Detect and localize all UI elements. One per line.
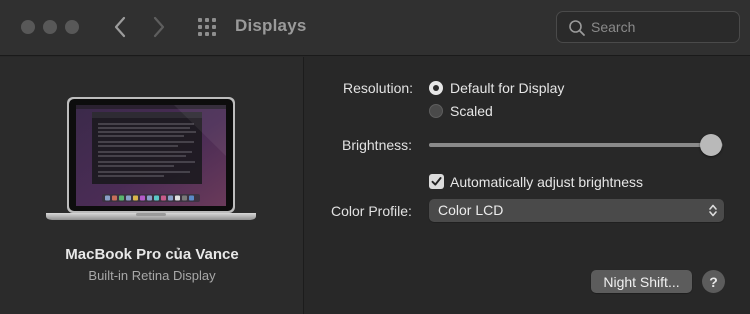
search-icon xyxy=(569,20,585,36)
close-window-button[interactable] xyxy=(21,20,35,34)
back-button[interactable] xyxy=(107,14,133,40)
toolbar: Displays xyxy=(0,0,750,56)
brightness-slider-thumb[interactable] xyxy=(700,134,723,156)
grid-icon[interactable] xyxy=(197,17,217,37)
device-subtitle: Built-in Retina Display xyxy=(88,268,216,283)
color-profile-value: Color LCD xyxy=(438,202,504,218)
color-profile-select[interactable]: Color LCD xyxy=(429,199,724,222)
chevron-left-icon xyxy=(114,16,126,38)
search-field[interactable] xyxy=(556,11,740,43)
brightness-slider[interactable] xyxy=(429,143,723,147)
device-panel: MacBook Pro của Vance Built-in Retina Di… xyxy=(0,57,304,314)
auto-brightness-label[interactable]: Automatically adjust brightness xyxy=(450,174,643,190)
macbook-pro-illustration xyxy=(46,97,256,220)
settings-panel: Resolution: Default for Display Scaled B… xyxy=(305,57,750,314)
night-shift-button[interactable]: Night Shift... xyxy=(591,270,692,293)
brightness-label: Brightness: xyxy=(342,137,413,153)
brightness-slider-fill xyxy=(429,143,712,147)
device-name: MacBook Pro của Vance xyxy=(65,246,239,263)
resolution-default-radio[interactable] xyxy=(429,81,443,95)
resolution-default-label[interactable]: Default for Display xyxy=(450,80,564,96)
forward-button[interactable] xyxy=(146,14,172,40)
chevron-right-icon xyxy=(153,16,165,38)
resolution-scaled-radio[interactable] xyxy=(429,104,443,118)
chevron-up-down-icon xyxy=(709,204,717,217)
auto-brightness-checkbox[interactable] xyxy=(429,174,444,189)
displays-window: Displays Search MacBook Pro của Vance Bu… xyxy=(0,0,750,314)
search-input[interactable] xyxy=(591,17,731,37)
window-title: Displays xyxy=(235,16,307,35)
resolution-label: Resolution: xyxy=(343,80,414,96)
resolution-scaled-label[interactable]: Scaled xyxy=(450,103,493,119)
help-button[interactable]: ? xyxy=(702,270,725,293)
zoom-window-button[interactable] xyxy=(65,20,79,34)
minimize-window-button[interactable] xyxy=(43,20,57,34)
checkmark-icon xyxy=(431,177,442,186)
color-profile-label: Color Profile: xyxy=(331,203,412,219)
